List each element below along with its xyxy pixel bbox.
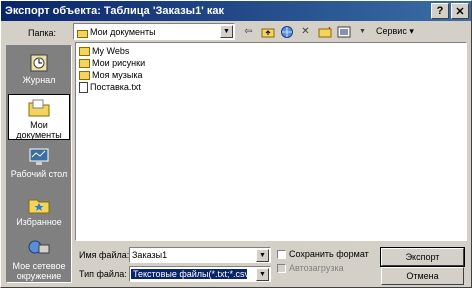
help-button[interactable]: ? xyxy=(431,3,449,19)
filename-label: Имя файла: xyxy=(79,250,130,260)
favorites-icon xyxy=(27,195,51,215)
search-web-icon[interactable] xyxy=(279,24,294,39)
folder-icon xyxy=(79,70,90,80)
place-label: Журнал xyxy=(22,75,56,85)
my-documents-icon xyxy=(27,98,51,118)
filetype-select[interactable]: Текстовые файлы(*.txt;*.csv;*.t ▼ xyxy=(129,266,271,282)
autostart-checkbox[interactable]: Автозагрузка xyxy=(277,263,344,273)
filename-field[interactable]: Заказы1 ▼ xyxy=(129,247,271,263)
list-item[interactable]: Мои рисунки xyxy=(79,57,145,69)
views-icon[interactable] xyxy=(336,24,351,39)
list-item[interactable]: Поставка.txt xyxy=(79,81,141,93)
place-label: Избранное xyxy=(16,217,62,227)
filetype-value: Текстовые файлы(*.txt;*.csv;*.t xyxy=(131,269,247,279)
tools-menu[interactable]: Сервис ▾ xyxy=(374,26,414,37)
export-dialog: Экспорт объекта: Таблица 'Заказы1' как ?… xyxy=(0,0,472,288)
look-in-combo[interactable]: Мои документы ▼ xyxy=(73,23,235,40)
chevron-down-icon[interactable]: ▼ xyxy=(256,248,269,262)
places-bar: Журнал Мои документы Рабочий стол Избран… xyxy=(6,45,72,283)
text-file-icon xyxy=(79,81,88,93)
place-history[interactable]: Журнал xyxy=(8,50,70,96)
look-in-value: Мои документы xyxy=(90,26,156,37)
views-dropdown-icon[interactable]: ▼ xyxy=(355,24,370,39)
folder-icon xyxy=(77,29,88,38)
window-title: Экспорт объекта: Таблица 'Заказы1' как xyxy=(5,5,224,17)
chevron-down-icon[interactable]: ▼ xyxy=(256,267,269,281)
network-icon xyxy=(27,239,51,259)
toolbar: ⇦ ✕ ▼ Сервис ▾ xyxy=(241,23,414,40)
up-folder-icon[interactable] xyxy=(260,24,275,39)
file-list[interactable]: My Webs Мои рисунки Моя музыка Поставка.… xyxy=(75,42,467,241)
place-label: Мое сетевое окружение xyxy=(12,261,66,281)
title-bar: Экспорт объекта: Таблица 'Заказы1' как ?… xyxy=(1,1,471,21)
new-folder-icon[interactable] xyxy=(317,24,332,39)
place-network[interactable]: Мое сетевое окружение xyxy=(8,236,70,282)
save-formatted-checkbox[interactable]: Сохранить формат xyxy=(277,249,369,259)
back-icon[interactable]: ⇦ xyxy=(241,24,256,39)
place-favorites[interactable]: Избранное xyxy=(8,192,70,238)
chevron-down-icon[interactable]: ▼ xyxy=(220,25,233,38)
look-in-label: Папка: xyxy=(28,28,56,38)
folder-icon xyxy=(79,46,90,56)
cancel-button[interactable]: Отмена xyxy=(381,267,464,285)
list-item[interactable]: My Webs xyxy=(79,45,129,57)
place-label: Мои документы xyxy=(16,120,62,140)
place-label: Рабочий стол xyxy=(10,169,68,179)
filetype-label: Тип файла: xyxy=(79,269,127,279)
close-button[interactable]: ✕ xyxy=(451,3,469,19)
list-item[interactable]: Моя музыка xyxy=(79,69,143,81)
filename-value: Заказы1 xyxy=(132,250,168,260)
desktop-icon xyxy=(27,147,51,167)
export-button[interactable]: Экспорт xyxy=(380,247,465,267)
place-my-documents[interactable]: Мои документы xyxy=(8,94,70,140)
place-desktop[interactable]: Рабочий стол xyxy=(8,144,70,190)
history-icon xyxy=(27,53,51,73)
folder-icon xyxy=(79,58,90,68)
delete-icon[interactable]: ✕ xyxy=(298,24,313,39)
